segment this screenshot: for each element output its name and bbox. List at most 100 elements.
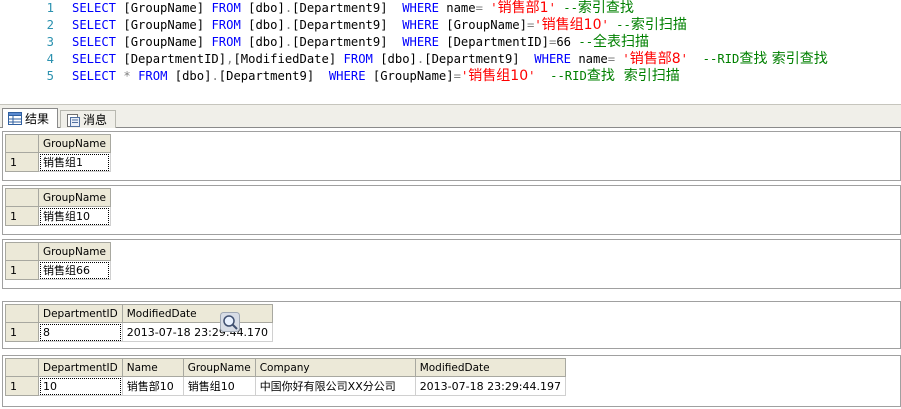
grid-cell[interactable]: 销售组10 — [182, 376, 256, 396]
code-token: FROM — [138, 69, 175, 83]
results-pane[interactable]: GroupName 1 销售组1 GroupName 1 销售组10 Group… — [0, 128, 901, 409]
code-line[interactable]: 1 SELECT [GroupName] FROM [dbo].[Departme… — [0, 0, 634, 17]
code-token: --RID — [535, 69, 587, 83]
code-token: -- — [571, 35, 594, 49]
code-token: ' — [548, 1, 556, 15]
code-token: = — [607, 52, 623, 66]
column-header[interactable]: GroupName — [38, 134, 111, 153]
code-token: SELECT — [72, 52, 124, 66]
row-number[interactable]: 1 — [5, 260, 39, 280]
code-token: [Department9] — [424, 52, 535, 66]
result-panel-5: DepartmentID Name GroupName Company Modi… — [2, 355, 901, 407]
code-token: 销售组10 — [468, 68, 529, 84]
result-grid-5[interactable]: DepartmentID Name GroupName Company Modi… — [5, 358, 567, 396]
result-grid-1[interactable]: GroupName 1 销售组1 — [5, 134, 111, 172]
code-line[interactable]: 5 SELECT * FROM [dbo].[Department9] WHERE… — [0, 68, 680, 85]
grid-cell[interactable]: 2013-07-18 23:29:44.170 — [121, 322, 274, 342]
code-token: 销售部8 — [629, 51, 681, 67]
grid-cell[interactable]: 销售部10 — [121, 376, 184, 396]
code-token: ' — [680, 52, 688, 66]
code-token: WHERE — [534, 52, 579, 66]
result-tab-bar: 结果 消息 — [0, 104, 901, 129]
column-header[interactable]: Name — [121, 358, 184, 377]
grid-cell[interactable]: 10 — [38, 376, 123, 396]
magnifier-icon[interactable] — [220, 312, 240, 332]
grid-cell[interactable]: 中国你好有限公司XX分公司 — [254, 376, 416, 396]
column-header[interactable]: ModifiedDate — [121, 304, 274, 323]
code-token: WHERE — [328, 69, 373, 83]
code-line[interactable]: 4 SELECT [DepartmentID],[ModifiedDate] FR… — [0, 51, 828, 68]
column-header[interactable]: ModifiedDate — [414, 358, 567, 377]
grid-cell[interactable]: 2013-07-18 23:29:44.197 — [414, 376, 567, 396]
tab-results-label: 结果 — [25, 112, 50, 126]
grid-cell[interactable]: 8 — [38, 322, 123, 342]
result-panel-4: DepartmentID ModifiedDate 1 8 2013-07-18… — [2, 301, 901, 349]
grid-cell[interactable]: 销售组66 — [38, 260, 111, 280]
code-token: 查找 索引查找 — [739, 51, 828, 67]
code-token: ' — [490, 1, 498, 15]
code-token: [dbo] — [380, 52, 417, 66]
code-token: SELECT — [72, 69, 124, 83]
grid-corner[interactable] — [5, 242, 39, 261]
code-token: SELECT — [72, 35, 124, 49]
line-number: 1 — [46, 1, 54, 15]
code-token: 66 — [556, 35, 572, 49]
sql-editor[interactable]: 1 SELECT [GroupName] FROM [dbo].[Departme… — [0, 0, 901, 104]
grid-corner[interactable] — [5, 134, 39, 153]
code-token: FROM — [211, 18, 249, 32]
code-token: WHERE — [402, 35, 447, 49]
line-number: 5 — [46, 69, 54, 83]
grid-corner[interactable] — [5, 188, 39, 207]
code-token: . — [211, 69, 219, 83]
column-header[interactable]: GroupName — [38, 188, 111, 207]
message-icon — [67, 114, 80, 127]
code-token: SELECT — [72, 1, 124, 15]
code-token: FROM — [211, 1, 249, 15]
column-header[interactable]: GroupName — [38, 242, 111, 261]
code-token: = — [475, 1, 491, 15]
result-panel-2: GroupName 1 销售组10 — [2, 185, 901, 235]
code-token: 销售部1 — [497, 0, 549, 16]
grid-corner[interactable] — [5, 358, 39, 377]
row-number[interactable]: 1 — [5, 206, 39, 226]
grid-cell[interactable]: 销售组10 — [38, 206, 111, 226]
code-token: [Department9] — [292, 1, 403, 15]
column-header[interactable]: GroupName — [182, 358, 256, 377]
code-token: -- — [555, 1, 578, 15]
code-token: 全表扫描 — [593, 34, 650, 50]
code-token: name — [578, 52, 608, 66]
code-token: FROM — [211, 35, 249, 49]
row-number[interactable]: 1 — [5, 376, 39, 396]
result-grid-3[interactable]: GroupName 1 销售组66 — [5, 242, 111, 280]
code-token: WHERE — [402, 1, 447, 15]
column-header[interactable]: DepartmentID — [38, 358, 123, 377]
code-token: * — [123, 69, 139, 83]
line-number: 3 — [46, 35, 54, 49]
grid-cell[interactable]: 销售组1 — [38, 152, 111, 172]
line-number: 2 — [46, 18, 54, 32]
code-token: -- — [608, 18, 631, 32]
tab-messages[interactable]: 消息 — [60, 110, 116, 129]
result-panel-3: GroupName 1 销售组66 — [2, 239, 901, 289]
code-token: 查找 索引扫描 — [586, 68, 680, 84]
row-number[interactable]: 1 — [5, 322, 39, 342]
code-token: FROM — [343, 52, 381, 66]
code-token: [GroupName] — [123, 1, 212, 15]
tab-results[interactable]: 结果 — [2, 108, 58, 129]
code-line[interactable]: 2 SELECT [GroupName] FROM [dbo].[Departme… — [0, 17, 687, 34]
code-token: ' — [534, 18, 542, 32]
grid-corner[interactable] — [5, 304, 39, 323]
column-header[interactable]: Company — [254, 358, 416, 377]
column-header[interactable]: DepartmentID — [38, 304, 123, 323]
code-token: [Department9] — [292, 18, 403, 32]
code-token: WHERE — [402, 18, 447, 32]
code-token: [Department9] — [218, 69, 329, 83]
code-token: [GroupName] — [123, 35, 212, 49]
code-token: [dbo] — [248, 18, 285, 32]
code-token: name — [446, 1, 476, 15]
code-token: 索引查找 — [577, 0, 634, 16]
code-line[interactable]: 3 SELECT [GroupName] FROM [dbo].[Departme… — [0, 34, 649, 51]
result-grid-2[interactable]: GroupName 1 销售组10 — [5, 188, 111, 226]
tab-messages-label: 消息 — [83, 113, 108, 127]
row-number[interactable]: 1 — [5, 152, 39, 172]
